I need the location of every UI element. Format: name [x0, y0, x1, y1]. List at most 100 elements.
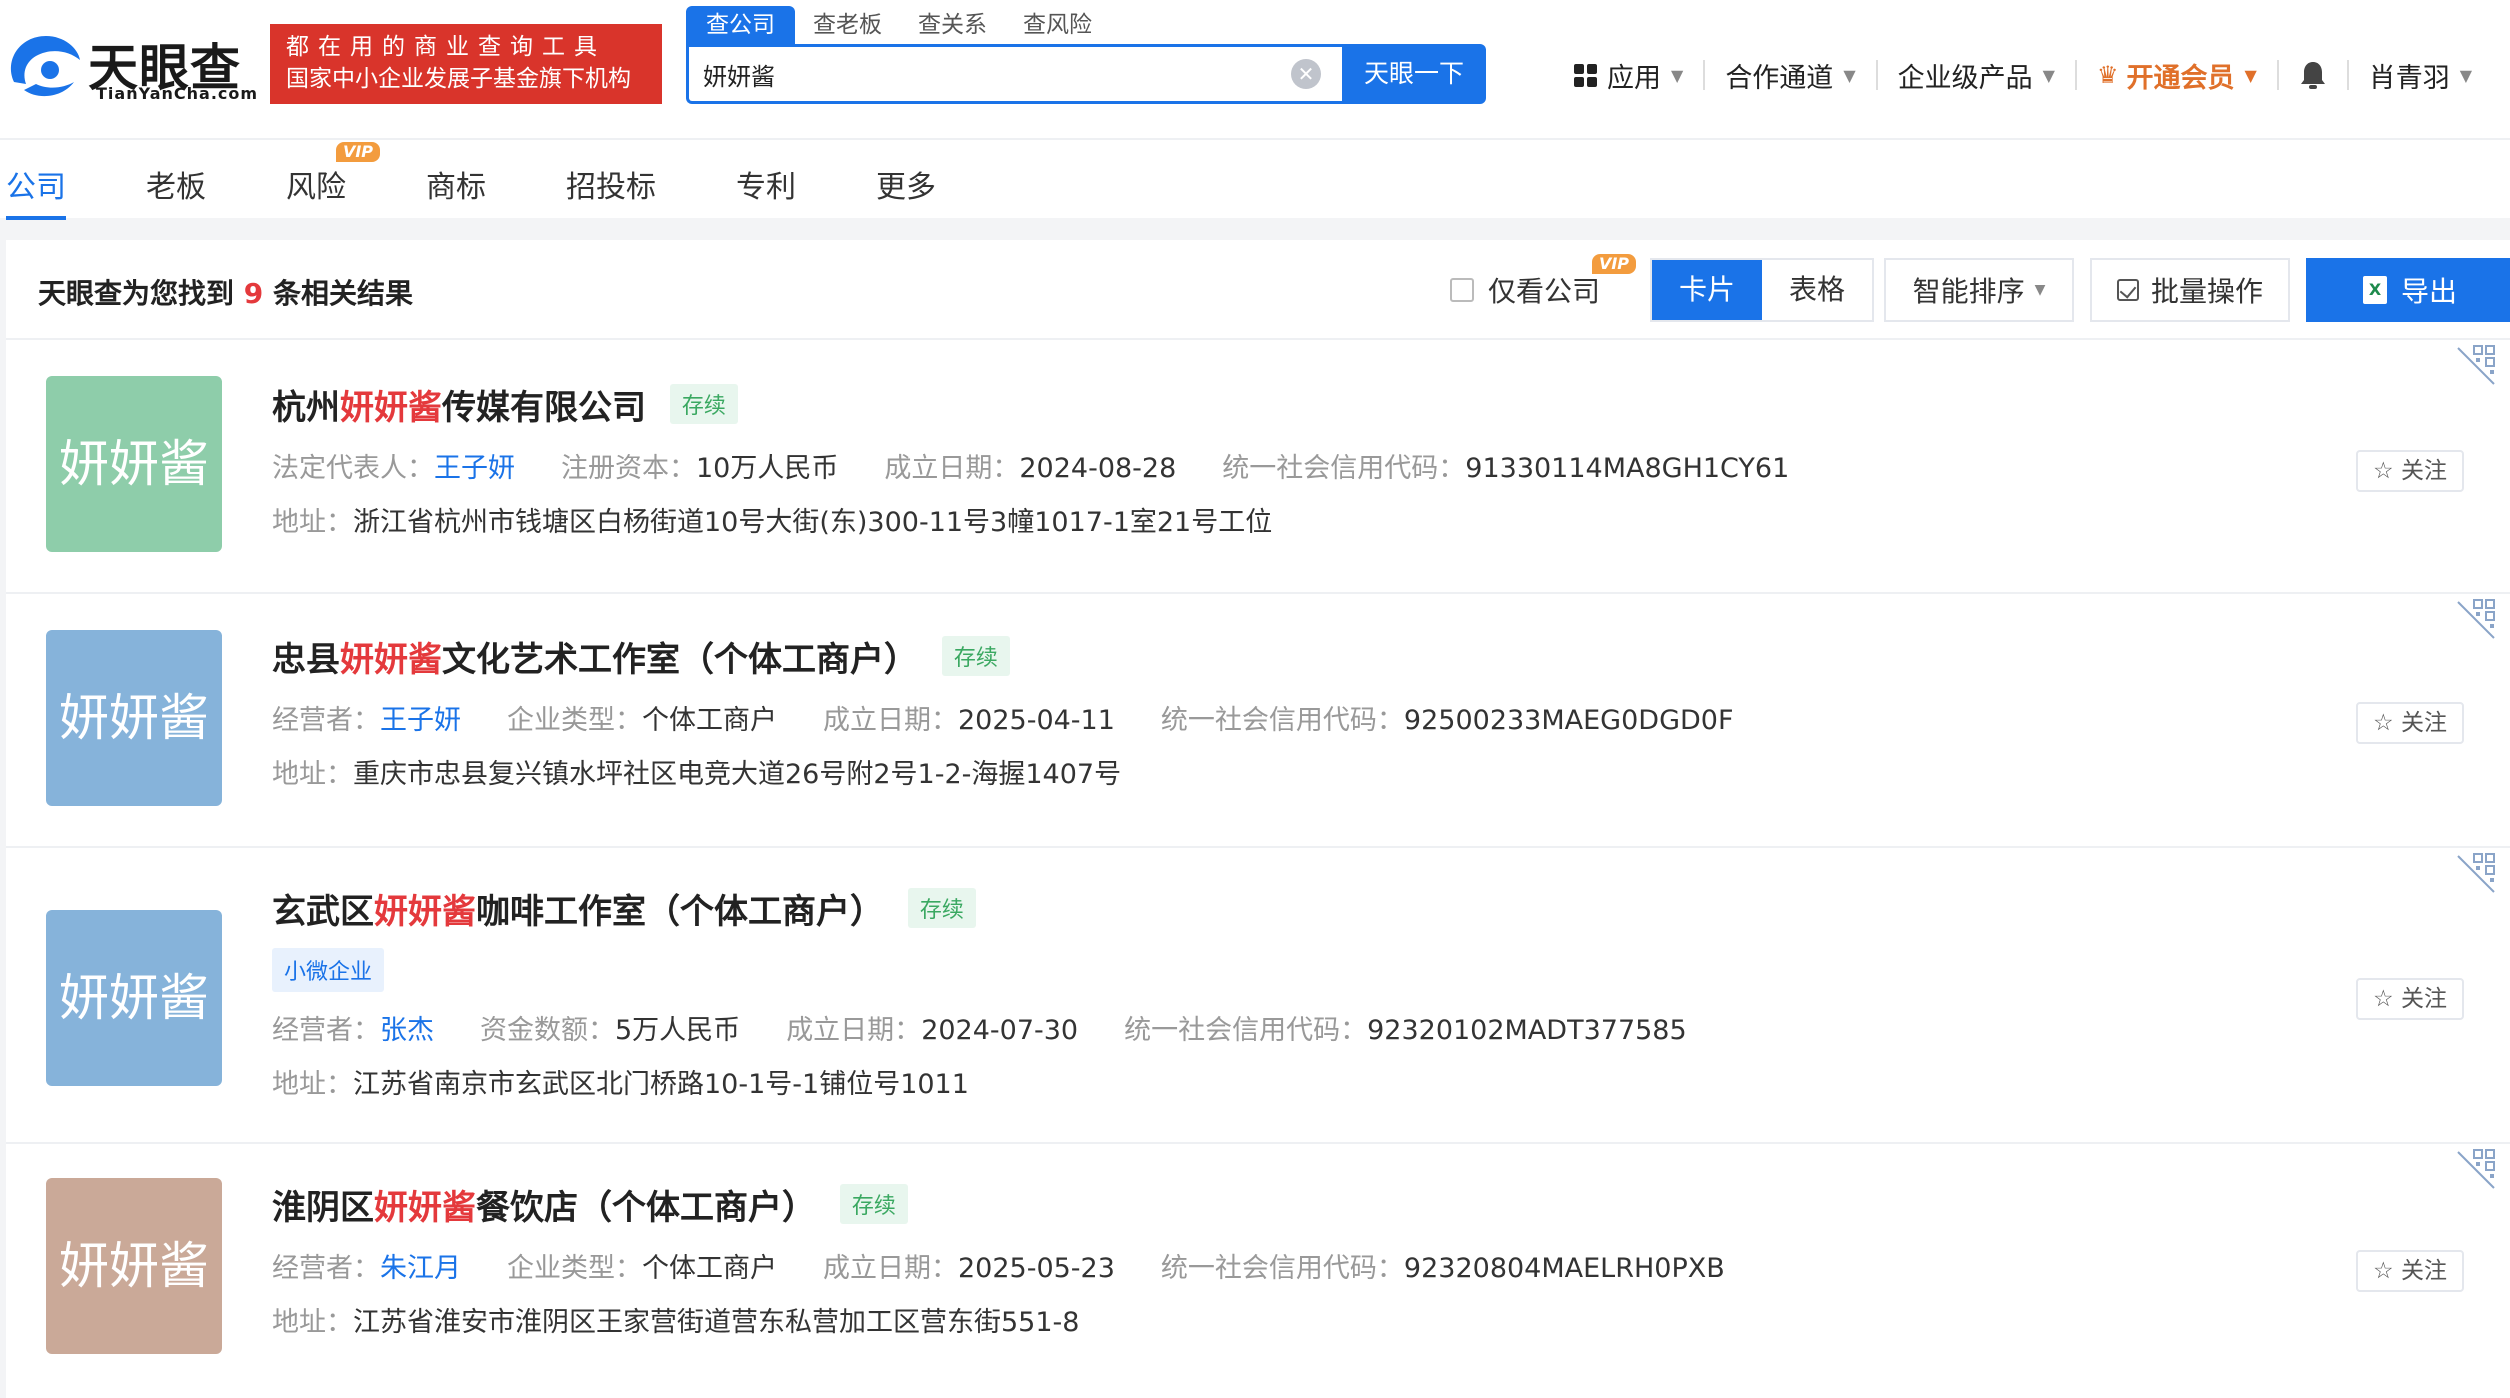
legal-person-link[interactable]: 王子妍 [434, 453, 515, 484]
company-name[interactable]: 杭州妍妍酱传媒有限公司 存续 [272, 380, 738, 429]
follow-label: 关注 [2400, 458, 2447, 484]
crown-icon: ♛ [2096, 61, 2119, 89]
meta-label: 地址： [272, 1069, 353, 1100]
view-card-button[interactable]: 卡片 [1652, 260, 1762, 320]
tab-boss[interactable]: 老板 [146, 162, 206, 206]
meta-label: 成立日期： [786, 1015, 922, 1046]
company-name-highlight: 妍妍酱 [374, 1188, 476, 1228]
export-label: 导出 [2400, 275, 2457, 308]
company-address: 地址：江苏省南京市玄武区北门桥路10-1号-1铺位号1011 [272, 1062, 969, 1101]
meta-label: 经营者： [272, 1015, 380, 1046]
tab-bidding[interactable]: 招投标 [566, 162, 656, 206]
company-name[interactable]: 玄武区妍妍酱咖啡工作室（个体工商户） 存续 [272, 884, 976, 933]
star-icon: ☆ [2373, 1258, 2394, 1284]
status-badge: 存续 [839, 1184, 908, 1224]
company-name-prefix: 玄武区 [272, 892, 374, 932]
slogan-line-2: 国家中小企业发展子基金旗下机构 [286, 66, 631, 92]
company-name-highlight: 妍妍酱 [340, 640, 442, 680]
meta-label: 地址： [272, 759, 353, 790]
result-card[interactable]: 妍妍酱 玄武区妍妍酱咖啡工作室（个体工商户） 存续 小微企业 经营者：张杰 资金数… [6, 850, 2510, 1144]
operator-link[interactable]: 张杰 [380, 1015, 434, 1046]
logo-domain: TianYanCha.com [96, 84, 259, 103]
only-company-checkbox[interactable] [1450, 278, 1474, 302]
search-button[interactable]: 天眼一下 [1342, 44, 1486, 104]
chevron-down-icon: ▼ [2244, 65, 2257, 85]
chevron-down-icon: ▼ [2034, 282, 2046, 298]
search-tab-risk[interactable]: 查风险 [1005, 6, 1110, 44]
export-button[interactable]: X 导出 [2306, 258, 2510, 322]
follow-button[interactable]: ☆ 关注 [2356, 450, 2464, 492]
result-card[interactable]: 妍妍酱 忠县妍妍酱文化艺术工作室（个体工商户） 存续 经营者：王子妍 企业类型：个… [6, 596, 2510, 848]
notification-button[interactable] [2299, 60, 2327, 90]
vip-badge: VIP [1592, 254, 1636, 274]
company-avatar: 妍妍酱 [46, 630, 222, 806]
meta-label: 经营者： [272, 705, 380, 736]
results-panel: 天眼查为您找到 9 条相关结果 仅看公司 VIP 卡片 表格 智能排序 ▼ 批量… [6, 240, 2510, 1398]
company-name[interactable]: 忠县妍妍酱文化艺术工作室（个体工商户） 存续 [272, 632, 1010, 681]
chevron-down-icon: ▼ [2042, 65, 2055, 85]
address-value: 江苏省淮安市淮阴区王家营街道营东私营加工区营东街551-8 [353, 1307, 1080, 1338]
nav-divider [2276, 60, 2279, 90]
operator-link[interactable]: 朱江月 [380, 1253, 461, 1284]
search-tab-company[interactable]: 查公司 [686, 6, 795, 44]
result-card[interactable]: 妍妍酱 杭州妍妍酱传媒有限公司 存续 法定代表人：王子妍 注册资本：10万人民币成… [6, 342, 2510, 594]
star-icon: ☆ [2373, 710, 2394, 736]
top-header: 天眼查 TianYanCha.com 都在用的商业查询工具 国家中小企业发展子基… [0, 0, 2510, 138]
vip-badge: VIP [336, 142, 380, 162]
follow-button[interactable]: ☆ 关注 [2356, 702, 2464, 744]
batch-operation-button[interactable]: 批量操作 [2090, 258, 2290, 322]
only-company-filter[interactable]: 仅看公司 [1450, 270, 1600, 310]
result-card[interactable]: 妍妍酱 淮阴区妍妍酱餐饮店（个体工商户） 存续 经营者：朱江月 企业类型：个体工商… [6, 1146, 2510, 1398]
nav-enterprise[interactable]: 企业级产品 ▼ [1898, 56, 2055, 95]
chevron-down-icon: ▼ [1671, 65, 1684, 85]
chevron-down-icon: ▼ [2459, 65, 2473, 85]
qr-code-icon[interactable] [2454, 1146, 2500, 1192]
result-count-suffix: 条相关结果 [273, 277, 414, 310]
company-avatar: 妍妍酱 [46, 910, 222, 1086]
tab-patent[interactable]: 专利 [736, 162, 796, 206]
logo[interactable]: 天眼查 TianYanCha.com [4, 28, 266, 104]
search-input[interactable] [703, 57, 1263, 91]
meta-value: 92320804MAELRH0PXB [1403, 1253, 1725, 1284]
user-name: 肖青羽 [2368, 62, 2450, 94]
nav-channel[interactable]: 合作通道 ▼ [1725, 56, 1855, 95]
clear-icon[interactable]: ✕ [1291, 59, 1321, 89]
view-table-button[interactable]: 表格 [1762, 260, 1872, 320]
meta-label: 成立日期： [823, 705, 958, 736]
nav-divider [2074, 60, 2077, 90]
tab-risk[interactable]: 风险 [286, 162, 346, 206]
meta-value: 个体工商户 [642, 705, 777, 736]
slogan-line-1: 都在用的商业查询工具 [286, 34, 606, 60]
tab-trademark[interactable]: 商标 [426, 162, 486, 206]
qr-code-icon[interactable] [2454, 596, 2500, 642]
bell-icon [2300, 62, 2325, 89]
company-name-suffix: 咖啡工作室（个体工商户） [476, 892, 884, 932]
company-name[interactable]: 淮阴区妍妍酱餐饮店（个体工商户） 存续 [272, 1180, 908, 1229]
company-name-suffix: 传媒有限公司 [442, 388, 646, 428]
meta-value: 92320102MADT377585 [1367, 1015, 1687, 1046]
search-tab-relation[interactable]: 查关系 [900, 6, 1005, 44]
address-value: 江苏省南京市玄武区北门桥路10-1号-1铺位号1011 [353, 1069, 969, 1100]
qr-code-icon[interactable] [2454, 342, 2500, 388]
tab-company[interactable]: 公司 [6, 162, 66, 206]
company-name-prefix: 淮阴区 [272, 1188, 374, 1228]
user-menu[interactable]: 肖青羽 ▼ [2369, 56, 2472, 95]
meta-label: 资金数额： [480, 1015, 615, 1046]
company-avatar: 妍妍酱 [46, 376, 222, 552]
search-tab-boss[interactable]: 查老板 [795, 6, 900, 44]
meta-value: 92500233MAEG0DGD0F [1403, 705, 1734, 736]
company-name-prefix: 忠县 [272, 640, 340, 680]
nav-vip[interactable]: ♛ 开通会员 ▼ [2097, 56, 2257, 95]
operator-link[interactable]: 王子妍 [380, 705, 461, 736]
star-icon: ☆ [2373, 986, 2394, 1012]
nav-apps[interactable]: 应用 ▼ [1574, 56, 1683, 95]
follow-button[interactable]: ☆ 关注 [2356, 978, 2464, 1020]
apps-grid-icon [1574, 63, 1597, 87]
page: 天眼查 TianYanCha.com 都在用的商业查询工具 国家中小企业发展子基… [0, 0, 2510, 1398]
meta-label: 成立日期： [823, 1253, 958, 1284]
follow-button[interactable]: ☆ 关注 [2356, 1250, 2464, 1292]
meta-label: 注册资本： [561, 453, 696, 484]
qr-code-icon[interactable] [2454, 850, 2500, 896]
tab-more[interactable]: 更多 [876, 162, 936, 206]
sort-dropdown[interactable]: 智能排序 ▼ [1884, 258, 2074, 322]
